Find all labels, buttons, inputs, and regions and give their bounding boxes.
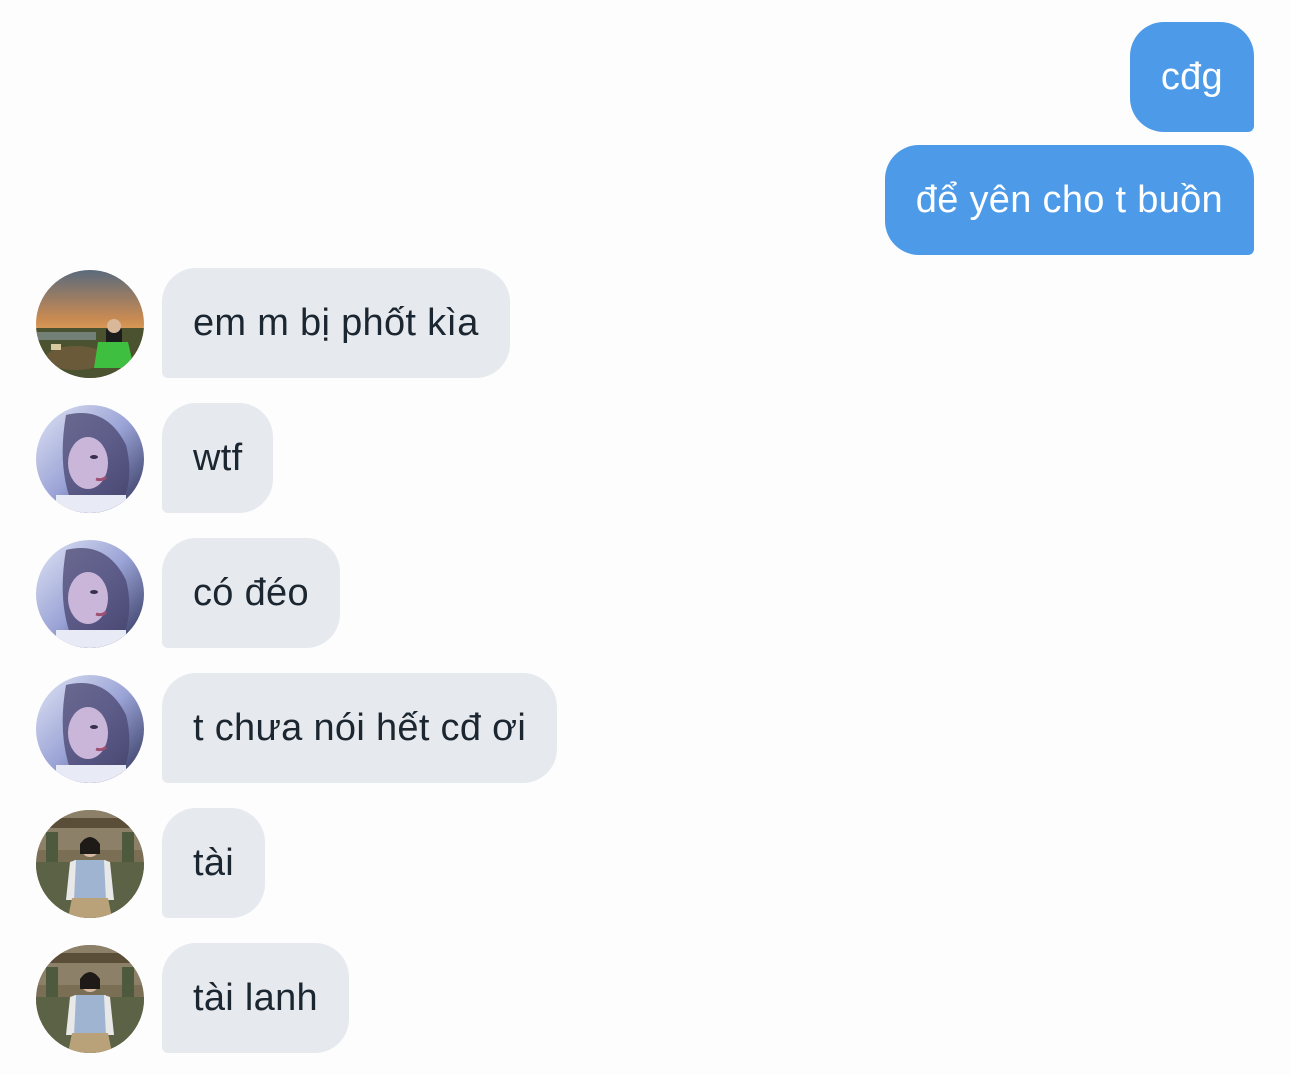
avatar-sunset-field-image — [36, 270, 144, 378]
sender-avatar[interactable] — [36, 675, 144, 783]
avatar-blue-portrait-image — [36, 675, 144, 783]
incoming-message-bubble[interactable]: tài — [162, 808, 266, 918]
avatar-blue-portrait-image — [36, 405, 144, 513]
outgoing-message-bubble[interactable]: để yên cho t buồn — [884, 145, 1254, 255]
sender-avatar[interactable] — [36, 405, 144, 513]
incoming-message-bubble[interactable]: wtf — [162, 403, 274, 513]
avatar-blue-portrait-image — [36, 540, 144, 648]
incoming-message-bubble[interactable]: có đéo — [162, 538, 340, 648]
sender-avatar[interactable] — [36, 270, 144, 378]
avatar-courtyard-image — [36, 810, 144, 918]
outgoing-message-bubble[interactable]: cđg — [1129, 22, 1254, 132]
sender-avatar[interactable] — [36, 945, 144, 1053]
incoming-message-bubble[interactable]: t chưa nói hết cđ ơi — [162, 673, 558, 783]
message-thread: cđg để yên cho t buồn em m bị phốt kìa w… — [0, 0, 1290, 1075]
avatar-courtyard-image — [36, 945, 144, 1053]
incoming-message-bubble[interactable]: tài lanh — [162, 943, 349, 1053]
incoming-message-bubble[interactable]: em m bị phốt kìa — [162, 268, 510, 378]
sender-avatar[interactable] — [36, 540, 144, 648]
sender-avatar[interactable] — [36, 810, 144, 918]
